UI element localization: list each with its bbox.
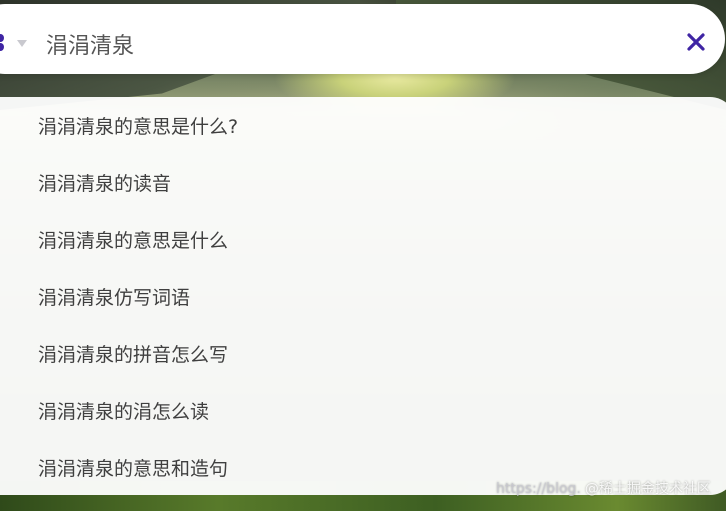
suggestion-item[interactable]: 涓涓清泉的意思是什么? bbox=[38, 107, 238, 147]
suggestion-item[interactable]: 涓涓清泉仿写词语 bbox=[38, 278, 190, 318]
search-input[interactable] bbox=[46, 26, 646, 62]
suggestion-item[interactable]: 涓涓清泉的涓怎么读 bbox=[38, 392, 209, 432]
watermark-text: @稀土掘金技术社区 bbox=[584, 481, 711, 497]
close-icon[interactable] bbox=[686, 32, 706, 52]
watermark-url: https://blog. bbox=[496, 481, 581, 497]
caret-down-icon[interactable] bbox=[17, 40, 27, 47]
suggestion-item[interactable]: 涓涓清泉的意思是什么 bbox=[38, 221, 228, 261]
suggestion-item[interactable]: 涓涓清泉的拼音怎么写 bbox=[38, 335, 228, 375]
engine-logo-icon[interactable] bbox=[0, 34, 8, 54]
search-bar bbox=[0, 4, 725, 74]
suggestion-item[interactable]: 涓涓清泉的读音 bbox=[38, 164, 171, 204]
watermark: https://blog. @稀土掘金技术社区 bbox=[496, 478, 711, 498]
suggestion-item[interactable]: 涓涓清泉的意思和造句 bbox=[38, 449, 228, 489]
suggestion-dropdown: 涓涓清泉的意思是什么? 涓涓清泉的读音 涓涓清泉的意思是什么 涓涓清泉仿写词语 … bbox=[0, 97, 726, 495]
